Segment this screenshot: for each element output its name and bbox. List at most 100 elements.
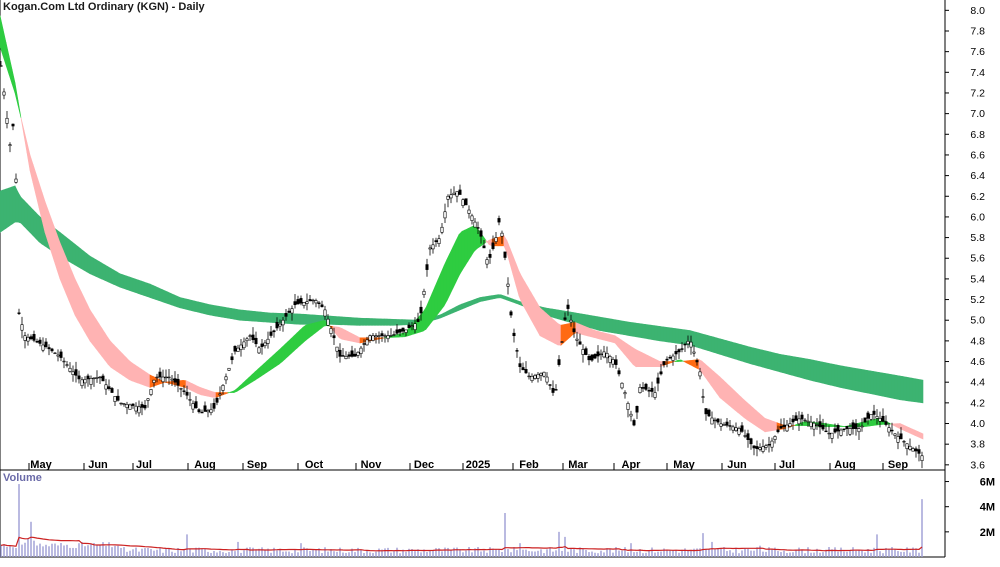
long-ma-ribbon-segment [633, 323, 636, 337]
candle-body [894, 434, 896, 436]
candle-body [906, 444, 908, 449]
short-ma-ribbon-segment [138, 367, 141, 384]
candle-body [882, 416, 884, 421]
short-ma-ribbon-segment [456, 234, 459, 282]
price-tick-label: 5.2 [970, 294, 985, 306]
candle-body [39, 340, 41, 343]
long-ma-ribbon-segment [153, 285, 156, 299]
long-ma-ribbon-segment [468, 301, 471, 307]
short-ma-ribbon-segment [30, 155, 33, 183]
short-ma-ribbon-segment [642, 353, 645, 367]
long-ma-ribbon-segment [654, 326, 657, 341]
candle-body [81, 380, 83, 386]
long-ma-ribbon-segment [798, 357, 801, 377]
candle-body [561, 342, 563, 343]
long-ma-ribbon-segment [801, 358, 804, 379]
candle-body [624, 393, 626, 394]
candle-body [318, 303, 320, 304]
short-ma-ribbon-segment [252, 372, 255, 382]
candle-body [615, 360, 617, 365]
short-ma-ribbon-segment [567, 323, 570, 339]
long-ma-ribbon-segment [252, 311, 255, 321]
candle-body [627, 403, 629, 409]
candle-body [186, 392, 188, 395]
short-ma-ribbon-segment [606, 333, 609, 341]
long-ma-ribbon-segment [69, 240, 72, 264]
short-ma-ribbon-segment [186, 381, 189, 390]
price-tick-label: 3.6 [970, 459, 985, 471]
long-ma-ribbon-segment [792, 356, 795, 376]
candle-body [405, 330, 407, 333]
long-ma-ribbon-segment [36, 213, 39, 242]
candle-body [729, 426, 731, 427]
candle-body [51, 349, 53, 351]
candle-body [129, 405, 131, 410]
short-ma-ribbon-segment [96, 319, 99, 352]
long-ma-ribbon-segment [714, 337, 717, 353]
candle-body [336, 347, 338, 351]
short-ma-ribbon-segment [672, 361, 675, 362]
volume-axis: 2M4M6M [945, 477, 995, 539]
candle-body [399, 329, 401, 332]
candle-body [726, 422, 728, 425]
short-ma-ribbon-segment [144, 371, 147, 386]
long-ma-ribbon-segment [474, 299, 477, 305]
short-ma-ribbon-segment [234, 389, 237, 393]
short-ma-ribbon-segment [222, 393, 225, 396]
long-ma-ribbon-segment [645, 324, 648, 338]
candle-body [903, 441, 905, 442]
candle-body [486, 260, 488, 265]
short-ma-ribbon-segment [828, 424, 831, 427]
price-tick-label: 4.6 [970, 356, 985, 368]
long-ma-ribbon-segment [816, 361, 819, 383]
short-ma-ribbon-segment [747, 403, 750, 422]
candle-body [900, 434, 902, 439]
long-ma-ribbon-segment [666, 327, 669, 342]
long-ma-ribbon-segment [912, 378, 915, 402]
candle-body [144, 405, 146, 408]
candle-body [891, 430, 893, 431]
long-ma-ribbon-segment [732, 342, 735, 359]
short-ma-ribbon-segment [21, 118, 24, 136]
long-ma-ribbon-segment [177, 296, 180, 308]
candle-body [0, 66, 2, 67]
candle-body [210, 409, 212, 412]
candle-body [312, 300, 314, 301]
candle-body [138, 407, 140, 413]
candle-body [141, 404, 143, 407]
long-ma-ribbon-segment [441, 313, 444, 318]
short-ma-ribbon-segment [351, 333, 354, 342]
candle-body [699, 372, 701, 376]
candle-body [525, 369, 527, 373]
candle-body [198, 410, 200, 412]
candle-body [897, 436, 899, 442]
long-ma-ribbon-segment [408, 320, 411, 325]
short-ma-ribbon-segment [378, 338, 381, 339]
candle-body [102, 376, 104, 381]
long-ma-ribbon-segment [618, 320, 621, 334]
long-ma-ribbon-segment [393, 319, 396, 325]
short-ma-ribbon-segment [60, 243, 63, 286]
candle-body [315, 301, 317, 303]
short-ma-ribbon-segment [870, 420, 873, 426]
long-ma-ribbon-segment [873, 371, 876, 394]
short-ma-ribbon-segment [447, 253, 450, 301]
long-ma-ribbon-segment [897, 375, 900, 399]
short-ma-ribbon-segment [657, 360, 660, 367]
candle-body [270, 332, 272, 336]
candle-body [921, 456, 923, 461]
candle-body [543, 372, 545, 376]
short-ma-ribbon-segment [615, 336, 618, 347]
long-ma-ribbon-segment [702, 334, 705, 350]
price-tick-label: 4.0 [970, 418, 985, 430]
long-ma-ribbon-segment [360, 318, 363, 325]
long-ma-ribbon-segment [297, 314, 300, 324]
candle-body [354, 354, 356, 356]
candle-body [834, 429, 836, 432]
long-ma-ribbon-segment [120, 274, 123, 288]
short-ma-ribbon-segment [444, 259, 447, 306]
short-ma-ribbon-segment [465, 229, 468, 266]
long-ma-ribbon-segment [354, 318, 357, 326]
long-ma-ribbon-segment [243, 310, 246, 320]
short-ma-ribbon-segment [36, 174, 39, 208]
